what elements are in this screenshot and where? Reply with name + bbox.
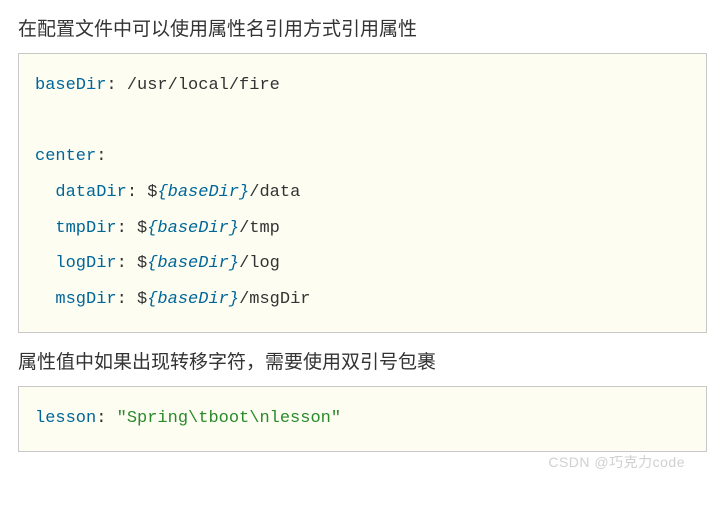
section-description-2: 属性值中如果出现转移字符，需要使用双引号包裹 [18, 347, 707, 374]
val-baseDir: /usr/local/fire [117, 76, 280, 95]
lesson-sep: : [96, 409, 116, 428]
msgDir-post: /msgDir [239, 290, 310, 309]
msgDir-pre: $ [127, 290, 147, 309]
watermark-text: CSDN @巧克力code [18, 452, 707, 472]
logDir-pre: $ [127, 254, 147, 273]
section-description-1: 在配置文件中可以使用属性名引用方式引用属性 [18, 14, 707, 41]
key-center: center [35, 147, 96, 166]
logDir-post: /log [239, 254, 280, 273]
lesson-str: "Spring\tboot\nlesson" [117, 409, 341, 428]
key-msgDir: msgDir [55, 290, 116, 309]
key-tmpDir: tmpDir [55, 219, 116, 238]
tmpDir-post: /tmp [239, 219, 280, 238]
dataDir-pre: $ [137, 183, 157, 202]
key-logDir: logDir [55, 254, 116, 273]
logDir-bind: {baseDir} [147, 254, 239, 273]
msgDir-bind: {baseDir} [147, 290, 239, 309]
tmpDir-bind: {baseDir} [147, 219, 239, 238]
key-lesson: lesson [35, 409, 96, 428]
code-block-2: lesson: "Spring\tboot\nlesson" [18, 386, 707, 452]
key-dataDir: dataDir [55, 183, 126, 202]
key-baseDir: baseDir [35, 76, 106, 95]
dataDir-post: /data [249, 183, 300, 202]
code-block-1: baseDir: /usr/local/fire center: dataDir… [18, 53, 707, 333]
dataDir-bind: {baseDir} [157, 183, 249, 202]
tmpDir-pre: $ [127, 219, 147, 238]
